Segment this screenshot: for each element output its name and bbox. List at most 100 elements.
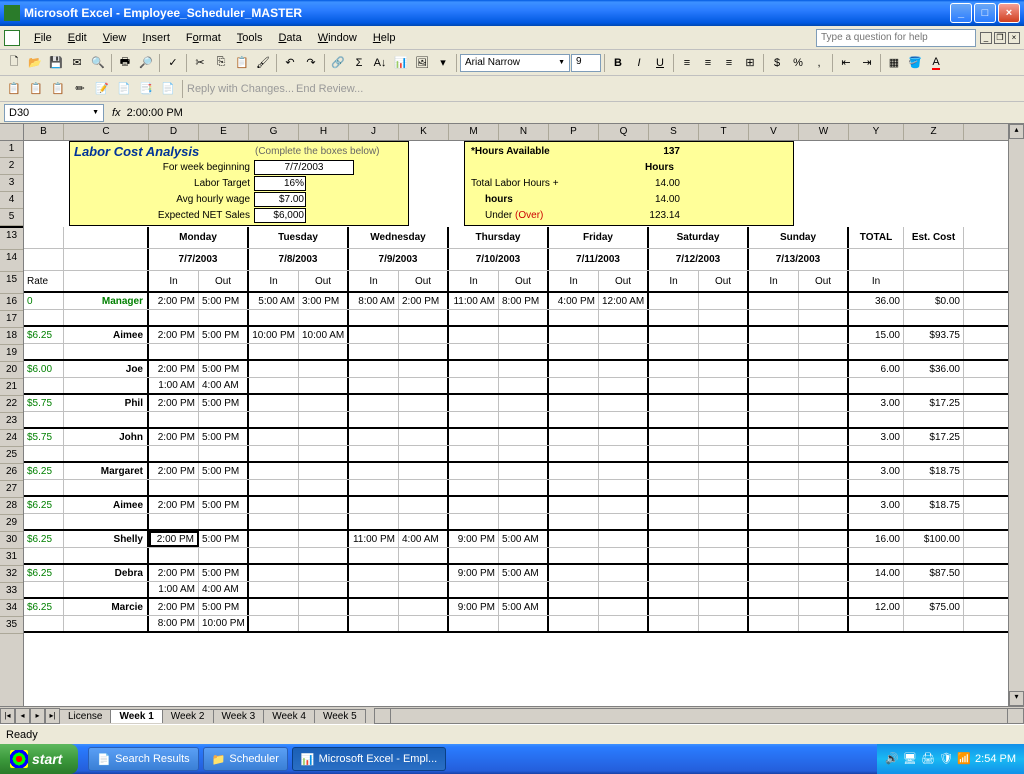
shift-out-cell[interactable]	[399, 344, 449, 359]
cost-cell[interactable]: $17.25	[904, 429, 964, 445]
shift-out-cell[interactable]	[299, 463, 349, 479]
maximize-button[interactable]: □	[974, 3, 996, 23]
shift-out-cell[interactable]	[299, 361, 349, 377]
shift-out-cell[interactable]	[699, 395, 749, 411]
shift-in-cell[interactable]	[449, 446, 499, 461]
shift-out-cell[interactable]	[299, 378, 349, 393]
shift-in-cell[interactable]	[549, 599, 599, 615]
shift-out-cell[interactable]	[799, 429, 849, 445]
fill-color-icon[interactable]: 🪣	[905, 53, 925, 73]
shift-in-cell[interactable]	[249, 599, 299, 615]
shift-out-cell[interactable]	[399, 463, 449, 479]
shift-out-cell[interactable]	[799, 548, 849, 563]
shift-out-cell[interactable]	[299, 310, 349, 325]
row-header[interactable]: 26	[0, 464, 23, 481]
print-preview-icon[interactable]: 🔎	[136, 53, 156, 73]
merge-icon[interactable]: ⊞	[740, 53, 760, 73]
row-header[interactable]: 24	[0, 430, 23, 447]
shift-out-cell[interactable]	[299, 531, 349, 547]
italic-icon[interactable]: I	[629, 53, 649, 73]
shift-out-cell[interactable]: 10:00 AM	[299, 327, 349, 343]
name-box[interactable]: D30	[4, 104, 104, 122]
shift-out-cell[interactable]	[799, 446, 849, 461]
cell[interactable]	[24, 310, 64, 325]
shift-in-cell[interactable]	[349, 548, 399, 563]
shift-out-cell[interactable]	[299, 395, 349, 411]
menu-data[interactable]: Data	[270, 30, 309, 46]
column-header[interactable]: H	[299, 124, 349, 140]
shift-out-cell[interactable]	[599, 531, 649, 547]
shift-out-cell[interactable]	[499, 310, 549, 325]
shift-in-cell[interactable]	[649, 565, 699, 581]
sheet-tab[interactable]: License	[59, 709, 111, 723]
shift-in-cell[interactable]	[249, 412, 299, 427]
cell[interactable]	[904, 378, 964, 393]
shift-out-cell[interactable]	[399, 480, 449, 495]
cell[interactable]	[904, 310, 964, 325]
target-input[interactable]: 16%	[254, 176, 306, 191]
row-header[interactable]: 16	[0, 294, 23, 311]
shift-in-cell[interactable]	[549, 616, 599, 631]
shift-in-cell[interactable]	[749, 616, 799, 631]
cell[interactable]	[849, 514, 904, 529]
fx-icon[interactable]: fx	[112, 107, 121, 119]
formula-value[interactable]: 2:00:00 PM	[127, 107, 183, 119]
row-header[interactable]: 20	[0, 362, 23, 379]
underline-icon[interactable]: U	[650, 53, 670, 73]
row-header[interactable]: 19	[0, 345, 23, 362]
shift-in-cell[interactable]	[749, 395, 799, 411]
shift-out-cell[interactable]	[199, 480, 249, 495]
cell[interactable]	[24, 249, 64, 270]
column-header[interactable]: Q	[599, 124, 649, 140]
shift-out-cell[interactable]	[799, 480, 849, 495]
shift-out-cell[interactable]	[299, 616, 349, 631]
shift-in-cell[interactable]	[249, 446, 299, 461]
shift-out-cell[interactable]	[799, 531, 849, 547]
shift-in-cell[interactable]	[649, 395, 699, 411]
day-header[interactable]: Thursday	[449, 227, 549, 248]
shift-in-cell[interactable]	[149, 514, 199, 529]
shift-in-cell[interactable]	[249, 514, 299, 529]
chart-icon[interactable]: 📊	[391, 53, 411, 73]
font-color-icon[interactable]: A	[926, 53, 946, 73]
shift-in-cell[interactable]	[349, 412, 399, 427]
shift-in-cell[interactable]	[349, 446, 399, 461]
shift-out-cell[interactable]	[499, 327, 549, 343]
column-header[interactable]: Y	[849, 124, 904, 140]
shift-in-cell[interactable]	[449, 429, 499, 445]
review-icon-7[interactable]: 📑	[136, 79, 156, 99]
week-input[interactable]: 7/7/2003	[254, 160, 354, 175]
document-icon[interactable]	[4, 30, 20, 46]
shift-out-cell[interactable]	[699, 480, 749, 495]
in-header[interactable]: In	[449, 271, 499, 291]
shift-in-cell[interactable]	[449, 582, 499, 597]
shift-in-cell[interactable]	[349, 565, 399, 581]
close-button[interactable]: ×	[998, 3, 1020, 23]
rate-cell[interactable]: $6.25	[24, 531, 64, 547]
row-header[interactable]: 14	[0, 250, 23, 272]
shift-out-cell[interactable]	[799, 514, 849, 529]
shift-in-cell[interactable]	[649, 514, 699, 529]
shift-in-cell[interactable]	[549, 565, 599, 581]
cell[interactable]	[904, 271, 964, 291]
scroll-up-button[interactable]: ▴	[1009, 124, 1024, 139]
shift-out-cell[interactable]	[299, 429, 349, 445]
shift-out-cell[interactable]	[199, 310, 249, 325]
cell[interactable]	[64, 514, 149, 529]
shift-out-cell[interactable]: 4:00 AM	[199, 378, 249, 393]
clock[interactable]: 2:54 PM	[975, 753, 1016, 765]
review-icon-8[interactable]: 📄	[158, 79, 178, 99]
hyperlink-icon[interactable]: 🔗	[328, 53, 348, 73]
shift-out-cell[interactable]	[799, 599, 849, 615]
cell[interactable]	[849, 310, 904, 325]
cell[interactable]	[64, 480, 149, 495]
cell[interactable]	[904, 412, 964, 427]
shift-in-cell[interactable]	[749, 548, 799, 563]
sheet-tab[interactable]: Week 5	[314, 709, 366, 723]
cost-cell[interactable]: $18.75	[904, 497, 964, 513]
cell[interactable]	[24, 548, 64, 563]
shift-in-cell[interactable]	[549, 531, 599, 547]
employee-name[interactable]: John	[64, 429, 149, 445]
taskbar-button[interactable]: 📁Scheduler	[203, 747, 288, 771]
shift-in-cell[interactable]	[249, 480, 299, 495]
